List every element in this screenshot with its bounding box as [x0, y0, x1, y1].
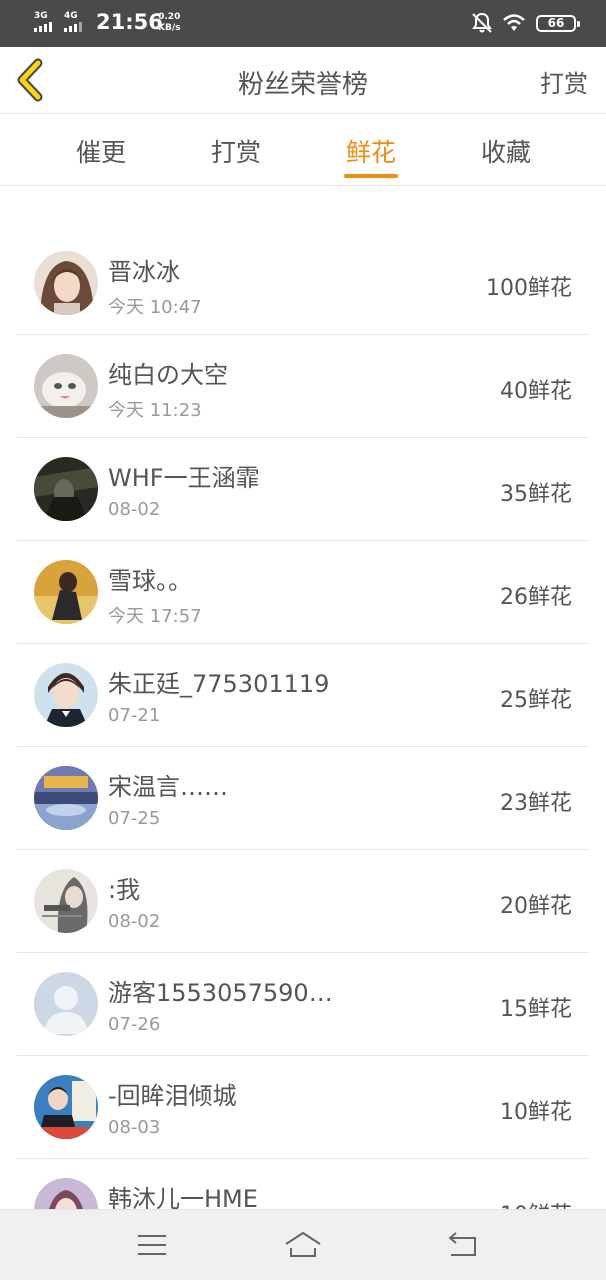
network-speed-unit: KB/s	[158, 23, 181, 33]
list-item[interactable]: :我 08-02 20鲜花	[17, 850, 589, 953]
clock: 21:56	[96, 10, 163, 34]
fan-time: 07-26	[108, 1014, 161, 1035]
fan-time: 今天 17:57	[108, 606, 202, 627]
avatar[interactable]	[34, 251, 98, 315]
active-tab-indicator	[344, 174, 398, 178]
network-3g-label: 3G	[34, 11, 48, 21]
menu-button[interactable]	[133, 1228, 173, 1262]
fan-time: 今天 11:23	[108, 400, 202, 421]
return-icon	[448, 1232, 476, 1256]
fan-name: 韩沐儿一HME	[108, 1185, 258, 1209]
fan-name: :我	[108, 876, 141, 904]
fan-name: 宋温言……	[108, 773, 228, 801]
flower-amount: 26鲜花	[500, 585, 572, 610]
avatar[interactable]	[34, 1178, 98, 1209]
signal-icon-1	[34, 22, 52, 32]
tab-reward[interactable]: 打赏	[191, 133, 281, 169]
fan-time: 08-02	[108, 499, 161, 520]
list-item[interactable]: 晋冰冰 今天 10:47 100鲜花	[17, 232, 589, 335]
flower-amount: 100鲜花	[486, 276, 572, 301]
status-bar: 3G 4G 21:56 0.20 KB/s 66	[0, 0, 606, 47]
flower-amount: 15鲜花	[500, 997, 572, 1022]
list-item[interactable]: 宋温言…… 07-25 23鲜花	[17, 747, 589, 850]
network-4g-label: 4G	[64, 11, 78, 21]
fan-name: WHF一王涵霏	[108, 464, 260, 492]
tab-bar: 催更 打赏 鲜花 收藏	[0, 114, 606, 186]
fan-time: 07-21	[108, 705, 161, 726]
fan-list[interactable]: 晋冰冰 今天 10:47 100鲜花 纯白の大空 今天 11:23 40鲜花 W…	[17, 232, 589, 1209]
fan-time: 今天 10:47	[108, 297, 202, 318]
back-nav-button[interactable]	[443, 1228, 483, 1262]
home-icon	[285, 1231, 321, 1257]
fan-time: 08-03	[108, 1117, 161, 1138]
tab-flowers[interactable]: 鲜花	[326, 133, 416, 169]
flower-amount: 25鲜花	[500, 688, 572, 713]
flower-amount: 20鲜花	[500, 894, 572, 919]
list-item[interactable]: -回眸泪倾城 08-03 10鲜花	[17, 1056, 589, 1159]
fan-name: 晋冰冰	[108, 258, 180, 286]
network-speed-value: 0.20	[158, 12, 181, 22]
avatar[interactable]	[34, 972, 98, 1036]
list-item[interactable]: 雪球。。 今天 17:57 26鲜花	[17, 541, 589, 644]
bell-muted-icon	[472, 12, 492, 33]
reward-button[interactable]: 打赏	[540, 64, 588, 99]
network-speed: 0.20 KB/s	[158, 12, 180, 34]
avatar[interactable]	[34, 560, 98, 624]
fan-time: 08-02	[108, 911, 161, 932]
flower-amount: 10鲜花	[500, 1197, 572, 1209]
system-nav-bar	[0, 1209, 606, 1280]
avatar[interactable]	[34, 869, 98, 933]
list-item[interactable]: 韩沐儿一HME 10鲜花	[17, 1159, 589, 1209]
list-item[interactable]: WHF一王涵霏 08-02 35鲜花	[17, 438, 589, 541]
wifi-icon	[503, 14, 525, 31]
flower-amount: 35鲜花	[500, 482, 572, 507]
fan-name: 雪球。。	[108, 567, 192, 595]
tab-favorites[interactable]: 收藏	[461, 133, 551, 169]
fan-name: 纯白の大空	[108, 361, 228, 389]
fan-time: 07-25	[108, 808, 161, 829]
list-item[interactable]: 朱正廷_775301119 07-21 25鲜花	[17, 644, 589, 747]
list-item[interactable]: 纯白の大空 今天 11:23 40鲜花	[17, 335, 589, 438]
tab-urge[interactable]: 催更	[56, 133, 146, 169]
signal-icon-2	[64, 22, 82, 32]
fan-name: -回眸泪倾城	[108, 1082, 237, 1110]
avatar[interactable]	[34, 457, 98, 521]
avatar[interactable]	[34, 663, 98, 727]
header-bar: 粉丝荣誉榜 打赏	[0, 47, 606, 114]
fan-name: 游客1553057590…	[108, 979, 333, 1007]
fan-name: 朱正廷_775301119	[108, 670, 330, 698]
flower-amount: 10鲜花	[500, 1100, 572, 1125]
flower-amount: 40鲜花	[500, 379, 572, 404]
flower-amount: 23鲜花	[500, 791, 572, 816]
avatar[interactable]	[34, 1075, 98, 1139]
battery-indicator: 66	[536, 14, 580, 32]
home-button[interactable]	[283, 1228, 323, 1262]
page-title: 粉丝荣誉榜	[237, 70, 368, 100]
avatar[interactable]	[34, 354, 98, 418]
avatar[interactable]	[34, 766, 98, 830]
list-item[interactable]: 游客1553057590… 07-26 15鲜花	[17, 953, 589, 1056]
menu-icon	[138, 1235, 166, 1255]
